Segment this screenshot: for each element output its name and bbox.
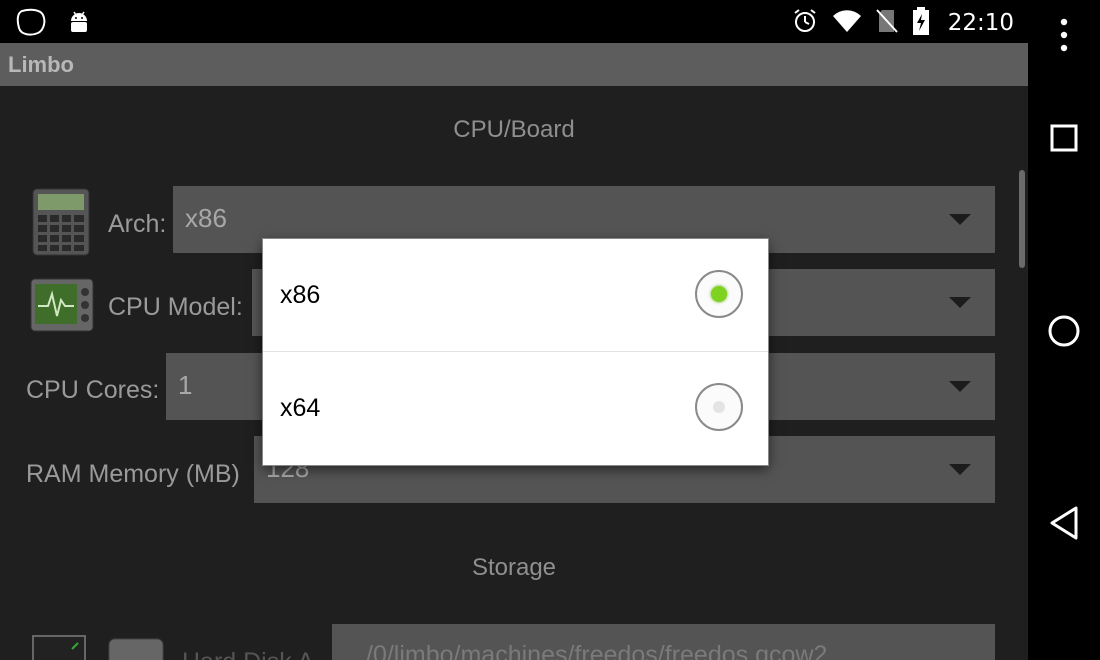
home-icon[interactable]: [1047, 314, 1081, 352]
back-icon[interactable]: [1048, 505, 1080, 545]
section-header-cpu: CPU/Board: [453, 116, 575, 143]
arch-value: x86: [185, 203, 227, 233]
radio-dot: [713, 401, 725, 413]
radio-dot: [711, 286, 727, 302]
radio-button-unselected[interactable]: [695, 383, 743, 431]
cpu-cores-value: 1: [178, 370, 193, 400]
blob-icon: [16, 8, 46, 40]
hard-disk-label: Hard Disk A: [182, 648, 314, 660]
dropdown-arrow-icon: [949, 297, 971, 308]
android-icon: [68, 9, 90, 39]
alarm-icon: [792, 8, 818, 38]
option-x64[interactable]: x64: [263, 352, 768, 464]
hard-disk-spinner[interactable]: /0/limbo/machines/freedos/freedos.qcow2: [332, 624, 995, 660]
ram-label: RAM Memory (MB): [26, 460, 240, 488]
arch-label: Arch:: [108, 210, 167, 238]
wifi-icon: [832, 9, 862, 37]
hard-disk-icon: [32, 635, 86, 660]
navigation-bar: [1028, 0, 1100, 660]
cpu-model-label: CPU Model:: [108, 293, 243, 321]
drive-icon: [108, 638, 164, 660]
clock: 22:10: [947, 10, 1014, 36]
monitor-icon: [30, 278, 94, 336]
action-bar: Limbo: [0, 43, 1028, 86]
calculator-icon: [32, 188, 90, 260]
cpu-cores-label: CPU Cores:: [26, 376, 160, 404]
battery-charging-icon: [912, 7, 930, 39]
recents-icon[interactable]: [1050, 124, 1078, 156]
dropdown-arrow-icon: [949, 381, 971, 392]
option-label: x86: [280, 281, 321, 309]
scrollbar[interactable]: [1019, 170, 1025, 268]
overflow-menu-icon[interactable]: [1060, 18, 1068, 56]
option-label: x64: [280, 394, 321, 422]
radio-button-selected[interactable]: [695, 270, 743, 318]
status-bar: 22:10: [0, 0, 1028, 43]
dropdown-arrow-icon: [949, 214, 971, 225]
option-x86[interactable]: x86: [263, 239, 768, 351]
app-title: Limbo: [8, 52, 74, 77]
dropdown-arrow-icon: [949, 464, 971, 475]
hard-disk-value: /0/limbo/machines/freedos/freedos.qcow2: [366, 641, 828, 660]
no-sim-icon: [875, 8, 898, 38]
arch-selection-dialog: x86 x64: [263, 239, 768, 465]
section-header-storage: Storage: [471, 554, 557, 581]
